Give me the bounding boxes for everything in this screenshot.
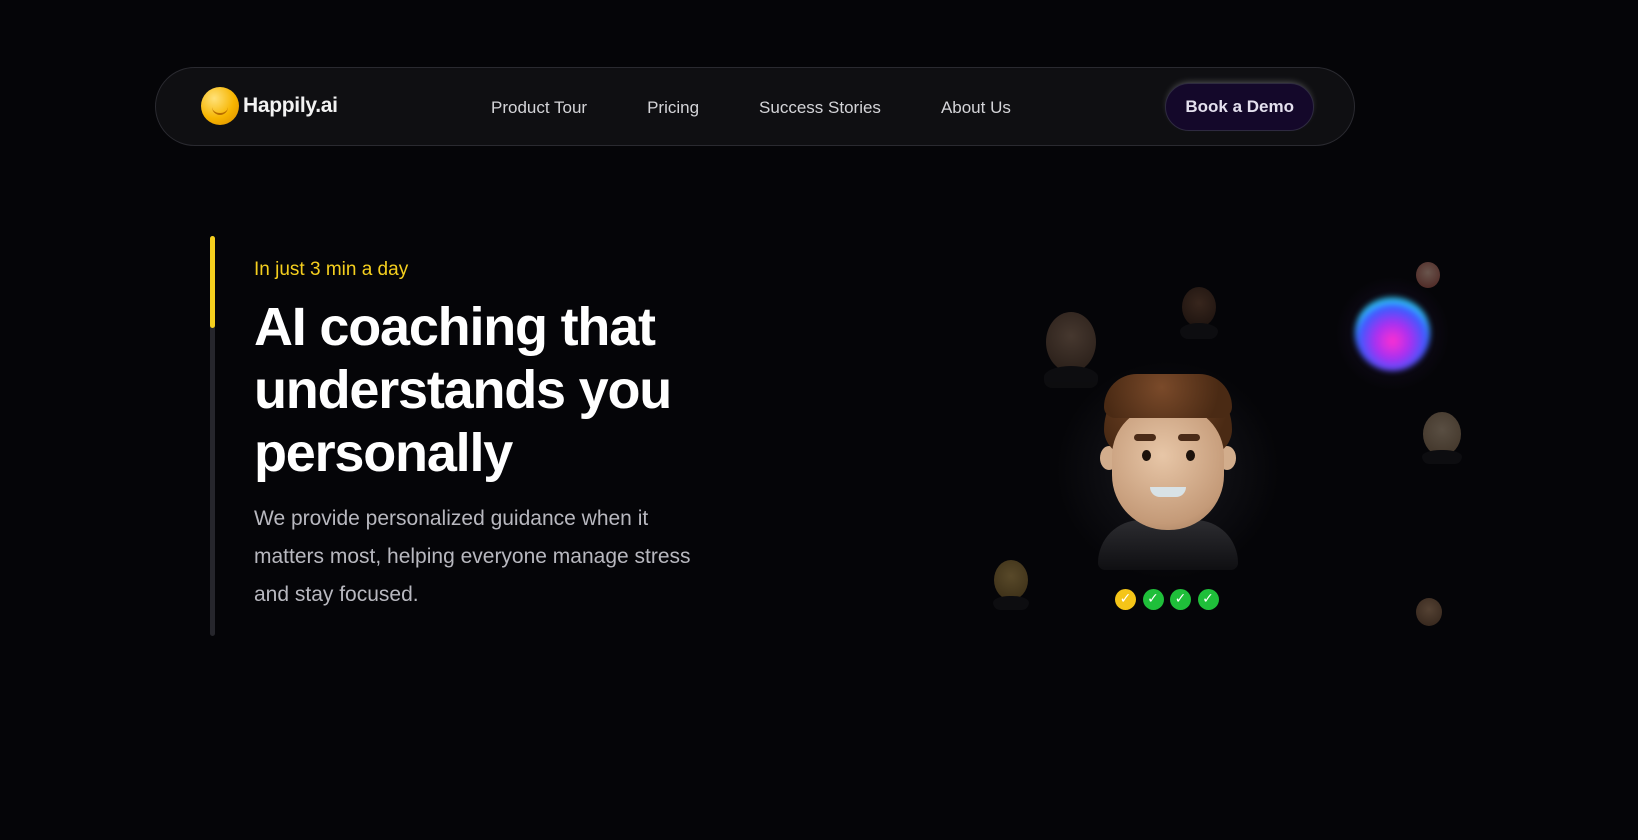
smiley-coin-icon [201, 87, 239, 125]
hero-eyebrow: In just 3 min a day [254, 259, 409, 280]
hero-subtext: We provide personalized guidance when it… [254, 507, 691, 606]
nav-link-product-tour[interactable]: Product Tour [491, 98, 587, 118]
ai-orb-icon [1355, 296, 1430, 371]
nav-link-success-stories[interactable]: Success Stories [759, 98, 881, 118]
background-avatar [1418, 410, 1466, 466]
background-avatar [990, 558, 1032, 610]
check-icon: ✓ [1197, 589, 1219, 610]
landing-page: Happily.ai Product Tour Pricing Success … [0, 0, 1638, 840]
background-avatar [1412, 596, 1446, 632]
book-demo-button[interactable]: Book a Demo [1165, 83, 1314, 131]
check-icon: ✓ [1142, 589, 1164, 610]
nav-link-pricing[interactable]: Pricing [647, 98, 699, 118]
hero-progress-bar [210, 236, 215, 636]
main-avatar-illustration [1055, 360, 1280, 580]
logo-text: Happily.ai [243, 94, 338, 117]
check-icon: ✓ [1170, 589, 1191, 610]
background-avatar [1176, 285, 1222, 340]
nav-links: Product Tour Pricing Success Stories Abo… [491, 68, 1011, 147]
check-icon: ✓ [1115, 589, 1136, 610]
logo[interactable]: Happily.ai [201, 87, 338, 125]
nav-link-about-us[interactable]: About Us [941, 98, 1011, 118]
top-navigation-bar: Happily.ai Product Tour Pricing Success … [155, 67, 1355, 146]
hero-headline: AI coaching that understands you persona… [254, 297, 672, 483]
status-checks: ✓ ✓ ✓ ✓ [1115, 589, 1225, 610]
hero-progress-fill [210, 236, 215, 328]
